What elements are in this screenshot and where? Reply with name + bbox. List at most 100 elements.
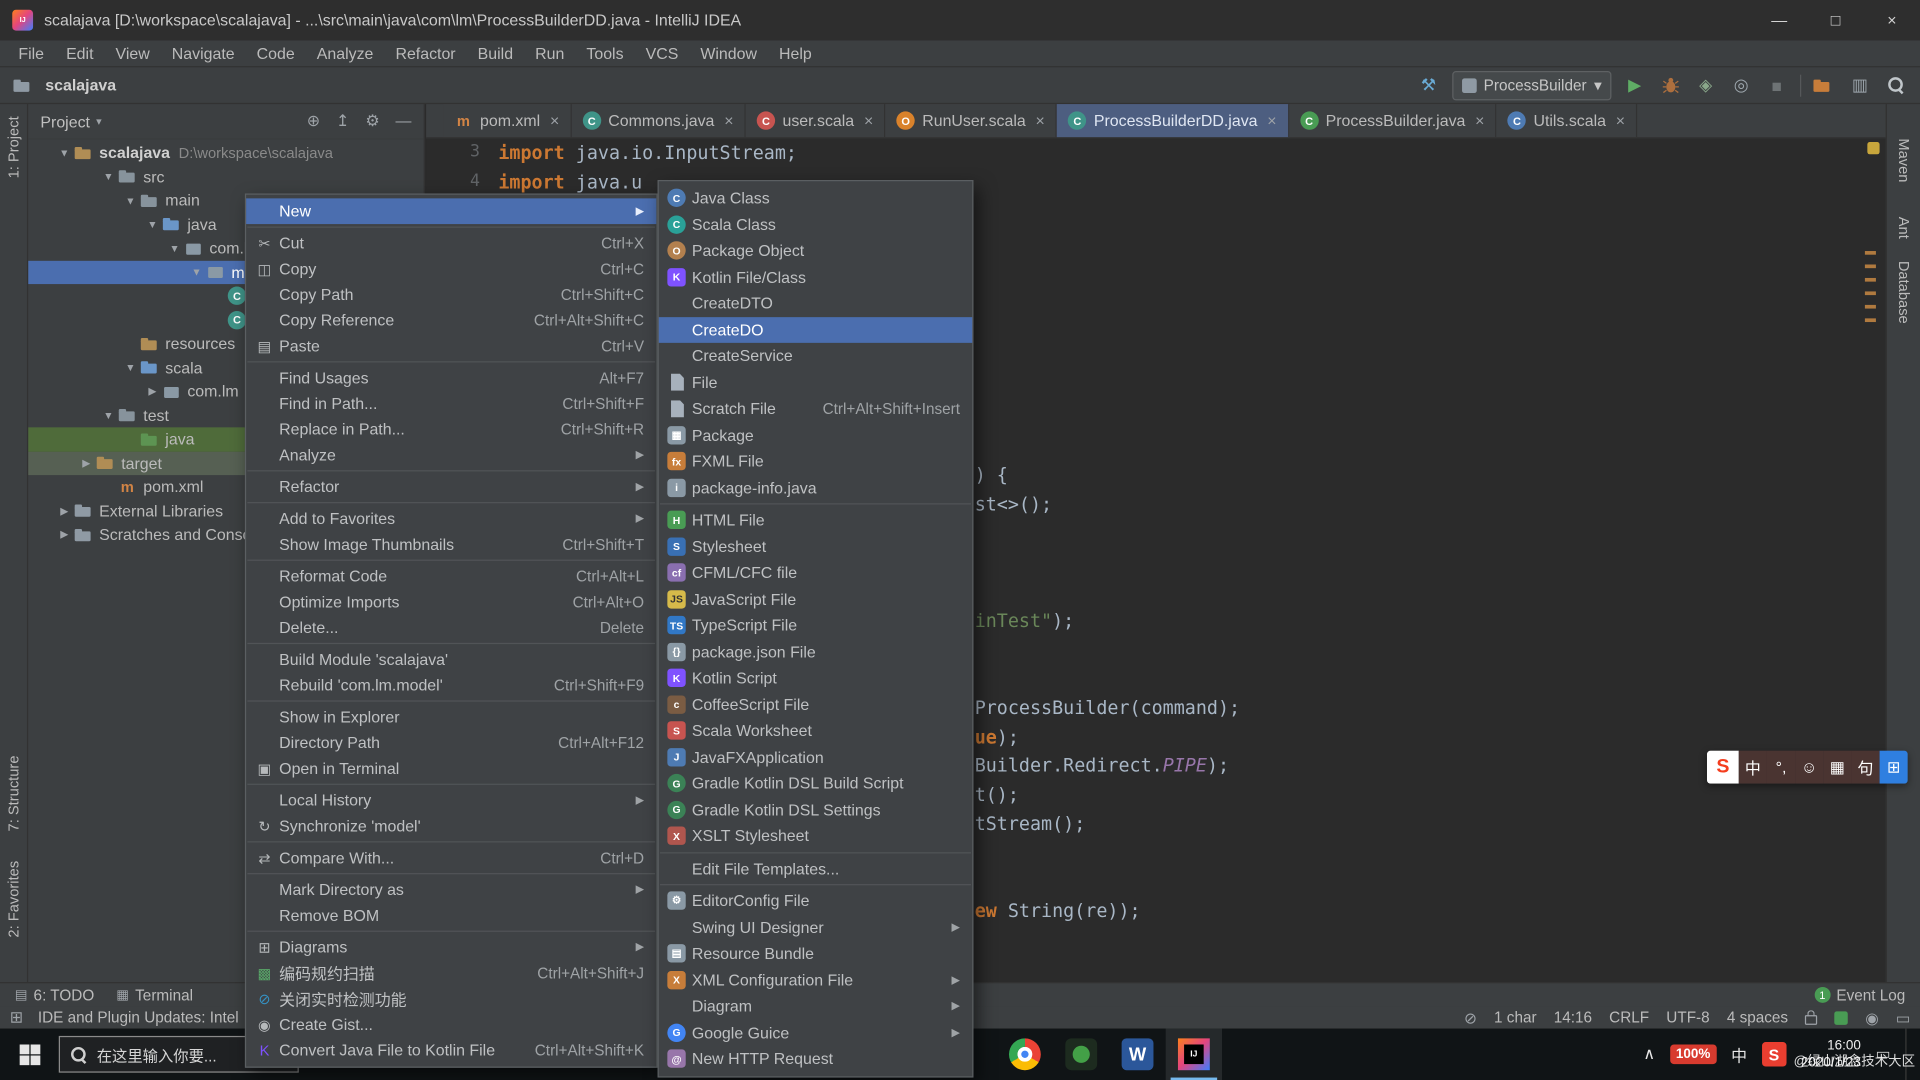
expand-arrow-icon[interactable]: ▼ bbox=[99, 409, 117, 421]
menu-item-edit-file-templates[interactable]: Edit File Templates... bbox=[659, 855, 972, 881]
menu-item-google-guice[interactable]: GGoogle Guice▶ bbox=[659, 1019, 972, 1045]
tool-window-button-7-structure[interactable]: 7: Structure bbox=[5, 756, 22, 832]
menu-item-rebuild-com-lm-model[interactable]: Rebuild 'com.lm.model'Ctrl+Shift+F9 bbox=[246, 672, 656, 698]
menu-item-package[interactable]: ▦Package bbox=[659, 422, 972, 448]
menu-item-coffeescript-file[interactable]: cCoffeeScript File bbox=[659, 691, 972, 717]
menu-item-show-image-thumbnails[interactable]: Show Image ThumbnailsCtrl+Shift+T bbox=[246, 531, 656, 557]
menu-item-xslt-stylesheet[interactable]: XXSLT Stylesheet bbox=[659, 823, 972, 849]
menu-edit[interactable]: Edit bbox=[55, 44, 104, 62]
lock-icon[interactable] bbox=[1805, 1015, 1817, 1025]
menu-item-editorconfig-file[interactable]: ⚙EditorConfig File bbox=[659, 888, 972, 914]
tab-close-icon[interactable]: × bbox=[1616, 111, 1625, 129]
menu-item-createservice[interactable]: CreateService bbox=[659, 343, 972, 369]
expand-arrow-icon[interactable]: ▼ bbox=[99, 171, 117, 183]
expand-arrow-icon[interactable]: ▼ bbox=[121, 194, 139, 206]
expand-arrow-icon[interactable]: ▼ bbox=[187, 266, 205, 278]
sogou-tool-6[interactable]: ⊞ bbox=[1880, 751, 1908, 784]
tab-close-icon[interactable]: × bbox=[864, 111, 873, 129]
profiler-button[interactable]: ◎ bbox=[1729, 73, 1753, 97]
menu-item-directory-path[interactable]: Directory PathCtrl+Alt+F12 bbox=[246, 730, 656, 756]
theme-icon[interactable] bbox=[1835, 1011, 1848, 1024]
menu-refactor[interactable]: Refactor bbox=[384, 44, 466, 62]
taskbar-word-button[interactable]: W bbox=[1109, 1029, 1165, 1080]
tool-window-button-1-project[interactable]: 1: Project bbox=[5, 116, 22, 178]
menu-item-copy[interactable]: ◫CopyCtrl+C bbox=[246, 256, 656, 282]
tray-chevron-icon[interactable]: ∧ bbox=[1643, 1044, 1655, 1064]
tab-processbuilder-java[interactable]: CProcessBuilder.java× bbox=[1289, 104, 1497, 137]
menu-window[interactable]: Window bbox=[689, 44, 768, 62]
expand-arrow-icon[interactable]: ▶ bbox=[55, 504, 73, 517]
bell-icon[interactable]: ◉ bbox=[1865, 1008, 1878, 1026]
menu-tools[interactable]: Tools bbox=[575, 44, 634, 62]
expand-arrow-icon[interactable]: ▶ bbox=[77, 456, 95, 469]
menu-run[interactable]: Run bbox=[524, 44, 575, 62]
tab-runuser-scala[interactable]: ORunUser.scala× bbox=[885, 104, 1057, 137]
sogou-tool-4[interactable]: ▦ bbox=[1823, 751, 1851, 784]
minimize-button[interactable]: — bbox=[1751, 0, 1807, 40]
expand-arrow-icon[interactable]: ▼ bbox=[165, 242, 183, 254]
menu-item-scratch-file[interactable]: Scratch FileCtrl+Alt+Shift+Insert bbox=[659, 396, 972, 422]
terminal-button[interactable]: ▦Terminal bbox=[116, 986, 193, 1003]
menu-item-new-http-request[interactable]: @New HTTP Request bbox=[659, 1046, 972, 1072]
menu-item-refactor[interactable]: Refactor▶ bbox=[246, 474, 656, 500]
tool-window-button-ant[interactable]: Ant bbox=[1896, 217, 1913, 239]
event-log-button[interactable]: 1 Event Log bbox=[1814, 986, 1905, 1003]
status-1-char[interactable]: 1 char bbox=[1494, 1009, 1537, 1026]
run-config-selector[interactable]: ProcessBuilder ▾ bbox=[1452, 70, 1612, 99]
run-button[interactable]: ▶ bbox=[1622, 73, 1646, 97]
tab-user-scala[interactable]: Cuser.scala× bbox=[746, 104, 886, 137]
sogou-tool-0[interactable]: S bbox=[1707, 751, 1739, 784]
menu-item-gradle-kotlin-dsl-build-script[interactable]: GGradle Kotlin DSL Build Script bbox=[659, 770, 972, 796]
menu-item-show-in-explorer[interactable]: Show in Explorer bbox=[246, 704, 656, 730]
menu-item-cut[interactable]: ✂CutCtrl+X bbox=[246, 230, 656, 256]
taskbar-chrome-button[interactable] bbox=[997, 1029, 1053, 1080]
status-4-spaces[interactable]: 4 spaces bbox=[1727, 1009, 1788, 1026]
menu-item-convert-java-file-to-kotlin-file[interactable]: KConvert Java File to Kotlin FileCtrl+Al… bbox=[246, 1037, 656, 1063]
menu-item-file[interactable]: File bbox=[659, 369, 972, 395]
menu-item-add-to-favorites[interactable]: Add to Favorites▶ bbox=[246, 506, 656, 532]
todo-button[interactable]: ▤6: TODO bbox=[15, 986, 95, 1003]
menu-item-new[interactable]: New▶ bbox=[246, 198, 656, 224]
menu-item-xml-configuration-file[interactable]: XXML Configuration File▶ bbox=[659, 967, 972, 993]
menu-item-kotlin-script[interactable]: KKotlin Script bbox=[659, 665, 972, 691]
expand-arrow-icon[interactable]: ▼ bbox=[121, 362, 139, 374]
menu-item-replace-in-path[interactable]: Replace in Path...Ctrl+Shift+R bbox=[246, 416, 656, 442]
menu-item-find-usages[interactable]: Find UsagesAlt+F7 bbox=[246, 365, 656, 391]
menu-item-delete[interactable]: Delete...Delete bbox=[246, 615, 656, 641]
menu-analyze[interactable]: Analyze bbox=[306, 44, 385, 62]
menu-help[interactable]: Help bbox=[768, 44, 823, 62]
battery-indicator[interactable]: 100% bbox=[1670, 1044, 1717, 1064]
menu-item-scala-worksheet[interactable]: SScala Worksheet bbox=[659, 718, 972, 744]
layout-button[interactable]: ▥ bbox=[1848, 73, 1872, 97]
menu-item-compare-with[interactable]: ⇄Compare With...Ctrl+D bbox=[246, 845, 656, 871]
tool-window-button-maven[interactable]: Maven bbox=[1896, 138, 1913, 182]
menu-item-paste[interactable]: ▤PasteCtrl+V bbox=[246, 333, 656, 359]
menu-item-mark-directory-as[interactable]: Mark Directory as▶ bbox=[246, 877, 656, 903]
tab-close-icon[interactable]: × bbox=[1267, 111, 1276, 129]
menu-item-open-in-terminal[interactable]: ▣Open in Terminal bbox=[246, 756, 656, 782]
tab-utils-scala[interactable]: CUtils.scala× bbox=[1497, 104, 1638, 137]
menu-item-typescript-file[interactable]: TSTypeScript File bbox=[659, 612, 972, 638]
menu-item-createdo[interactable]: CreateDO bbox=[659, 317, 972, 343]
collapse-all-icon[interactable]: ↥ bbox=[336, 111, 349, 131]
taskbar-app-button[interactable] bbox=[1053, 1029, 1109, 1080]
menu-item-package-json-file[interactable]: {}package.json File bbox=[659, 639, 972, 665]
menu-item-gradle-kotlin-dsl-settings[interactable]: GGradle Kotlin DSL Settings bbox=[659, 797, 972, 823]
tool-window-button-2-favorites[interactable]: 2: Favorites bbox=[5, 861, 22, 938]
expand-arrow-icon[interactable]: ▶ bbox=[143, 385, 161, 398]
project-panel-title[interactable]: Project bbox=[40, 112, 90, 130]
build-hammer-button[interactable]: ⚒ bbox=[1416, 73, 1440, 97]
panel-icon[interactable]: ▭ bbox=[1896, 1008, 1910, 1026]
expand-arrow-icon[interactable]: ▼ bbox=[143, 218, 161, 230]
menu-item-remove-bom[interactable]: Remove BOM bbox=[246, 902, 656, 928]
menu-item-java-class[interactable]: CJava Class bbox=[659, 185, 972, 211]
menu-item-html-file[interactable]: HHTML File bbox=[659, 507, 972, 533]
start-button[interactable] bbox=[0, 1029, 59, 1080]
tab-processbuilderdd-java[interactable]: CProcessBuilderDD.java× bbox=[1057, 104, 1289, 137]
tab-close-icon[interactable]: × bbox=[724, 111, 733, 129]
status-utf-8[interactable]: UTF-8 bbox=[1666, 1009, 1709, 1026]
inspector-icon[interactable]: ⊘ bbox=[1464, 1008, 1477, 1026]
menu-navigate[interactable]: Navigate bbox=[161, 44, 246, 62]
menu-item-resource-bundle[interactable]: ▤Resource Bundle bbox=[659, 940, 972, 966]
close-button[interactable]: × bbox=[1864, 0, 1920, 40]
